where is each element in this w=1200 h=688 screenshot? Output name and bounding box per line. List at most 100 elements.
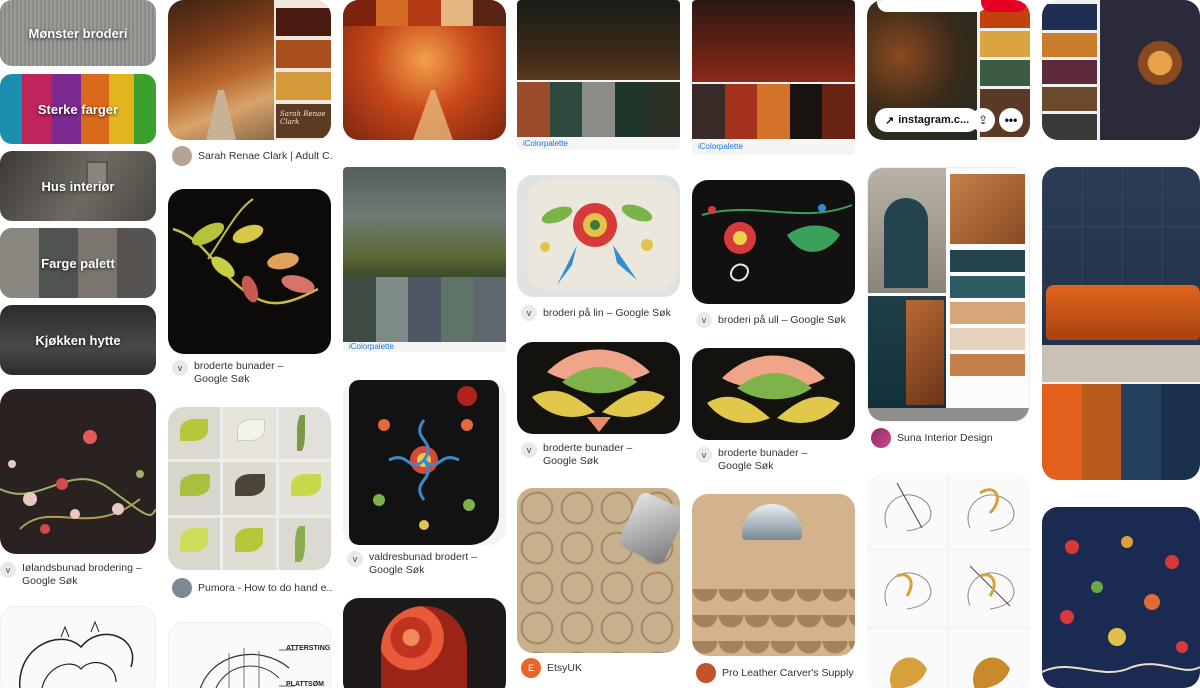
pin-image-leather-carving[interactable] — [692, 494, 855, 656]
swatch — [980, 31, 1030, 57]
floral-embroidery-art — [0, 430, 156, 534]
silver-stamp — [742, 504, 802, 540]
pin-source-row[interactable]: v broderte bunader – Google Søk — [172, 360, 332, 386]
pin-source-row[interactable]: E EtsyUK — [521, 658, 681, 678]
pin-image-embroidered-cap[interactable] — [343, 598, 506, 688]
board-label: Farge palett — [41, 255, 115, 271]
palette-swatches — [692, 84, 855, 139]
leather-swatch — [950, 174, 1025, 244]
pin-source-row[interactable]: v Iølandsbunad brodering – Google Søk — [0, 562, 156, 588]
linen-embroidery-art — [527, 180, 677, 290]
avatar: v — [696, 312, 712, 328]
embroidered-skirt-art — [1042, 536, 1200, 673]
pin-image-broderi-lin[interactable] — [517, 175, 680, 297]
pin-image-dark-forest-palette[interactable]: iColorpalette — [517, 0, 680, 150]
pin-caption: broderte bunader – Google Søk — [718, 447, 808, 472]
red-floral-cap — [381, 606, 467, 688]
palette-brand: iColorpalette — [698, 142, 743, 151]
board-card-hus-interior[interactable]: Hus interiør — [0, 151, 156, 221]
pin-source-row[interactable]: v broderte bunader – Google Søk — [521, 442, 681, 468]
swatch — [950, 354, 1025, 376]
rug — [1042, 345, 1200, 382]
board-label: Kjøkken hytte — [35, 332, 121, 348]
pin-source-row[interactable]: v broderi på lin – Google Søk — [521, 305, 681, 321]
share-button[interactable]: ⇪ — [971, 108, 995, 132]
diagram-label: ATTERSTING — [286, 645, 331, 652]
footer-strip — [868, 408, 1029, 421]
misty-forest-photo — [343, 167, 506, 277]
board-card-kjokken-hytte[interactable]: Kjøkken hytte — [0, 305, 156, 375]
swatch — [1042, 87, 1097, 111]
pin-source-name: Suna Interior Design — [897, 432, 993, 444]
pin-source-row[interactable]: Suna Interior Design — [871, 428, 1031, 448]
pin-image-bunader-embroidery[interactable] — [517, 342, 680, 434]
green-door — [884, 198, 928, 288]
save-button[interactable] — [981, 0, 1027, 12]
logo-badge — [457, 386, 477, 406]
swatch — [980, 60, 1030, 86]
swatch — [950, 250, 1025, 272]
pin-image-pattern-diagram[interactable] — [0, 606, 156, 688]
pin-caption: broderte bunader – Google Søk — [194, 360, 284, 385]
swatch — [276, 72, 331, 100]
pin-image-stitch-diagram[interactable]: ATTERSTING PLATTSØM — [168, 622, 331, 688]
stitch-tiles — [168, 407, 331, 570]
more-icon: ••• — [1004, 113, 1018, 127]
pin-image-red-forest-palette[interactable]: iColorpalette — [692, 0, 855, 155]
pin-image-misty-forest-palette[interactable]: iColorpalette — [343, 167, 506, 352]
pin-source-row[interactable]: v valdresbunad brodert – Google Søk — [347, 551, 507, 577]
swatch — [950, 302, 1025, 324]
board-label: Sterke farger — [37, 101, 119, 117]
red-forest-photo — [692, 0, 855, 82]
pin-source-row[interactable]: Pumora - How to do hand e... — [172, 578, 332, 598]
avatar: v — [172, 360, 188, 376]
pin-source-name: Pumora - How to do hand e... — [198, 582, 332, 594]
pin-image-leather-tooling[interactable] — [517, 488, 680, 653]
pin-caption: valdresbunad brodert – Google Søk — [369, 551, 477, 576]
author-overlay-text: Sarah Renae Clark — [280, 110, 326, 126]
board-card-farge-palett[interactable]: Farge palett — [0, 228, 156, 298]
pin-image-autumn-road-palette[interactable]: Sarah Renae Clark — [168, 0, 331, 140]
pin-image-jewel-palette[interactable] — [1042, 0, 1200, 140]
board-card-monster-broderi[interactable]: Mønster broderi — [0, 0, 156, 66]
pin-image-interior-moodboard[interactable] — [867, 167, 1030, 422]
pin-image-broderi-ull[interactable] — [692, 180, 855, 304]
leaf-embroidery-art — [172, 198, 319, 305]
pin-source-row[interactable]: v broderte bunader – Google Søk — [696, 447, 856, 473]
more-options-button[interactable]: ••• — [999, 108, 1023, 132]
swatch — [1042, 114, 1097, 140]
copper-panel — [906, 300, 944, 405]
pin-image-bunad-skirt[interactable] — [1042, 507, 1200, 688]
board-card-sterke-farger[interactable]: Sterke farger — [0, 74, 156, 144]
jewelry-photo — [1100, 0, 1200, 140]
step-grid — [867, 473, 1030, 688]
palette-top-strip — [343, 0, 506, 26]
arrow-icon: ↗ — [885, 114, 895, 127]
pin-source-row[interactable]: Pro Leather Carver's Supply — [696, 663, 861, 683]
pin-source-row[interactable]: Sarah Renae Clark | Adult C... — [172, 146, 332, 166]
dark-forest-photo — [517, 0, 680, 80]
pin-image-autumn-forest-palette[interactable] — [343, 0, 506, 140]
stitch-line-diagram — [200, 648, 297, 688]
palette-swatches — [1042, 384, 1200, 480]
tulip-embroidery-art — [707, 355, 840, 423]
pin-image-stitch-steps[interactable] — [867, 473, 1030, 688]
avatar: E — [521, 658, 541, 678]
pin-image-valdresbunad[interactable] — [343, 380, 506, 545]
instagram-link-chip[interactable]: ↗ instagram.c... — [875, 108, 980, 132]
pin-image-iolandsbunad[interactable] — [0, 389, 156, 554]
pin-image-stitch-grid[interactable] — [168, 407, 331, 570]
avatar: v — [521, 305, 537, 321]
avatar — [172, 146, 192, 166]
pin-caption: broderi på lin – Google Søk — [543, 307, 671, 319]
pin-image-sofa-palette[interactable] — [1042, 167, 1200, 480]
avatar — [871, 428, 891, 448]
swatch — [276, 8, 331, 36]
pin-source-row[interactable]: v broderi på ull – Google Søk — [696, 312, 856, 328]
palette-brand: iColorpalette — [523, 139, 568, 148]
pin-image-pinecone-palette[interactable]: ↗ instagram.c... ⇪ ••• — [867, 0, 1030, 140]
palette-brand: iColorpalette — [349, 342, 394, 351]
diagram-label: PLATTSØM — [286, 681, 324, 688]
pin-image-leaves-embroidery[interactable] — [168, 189, 331, 354]
pin-image-bunader-embroidery-2[interactable] — [692, 348, 855, 440]
